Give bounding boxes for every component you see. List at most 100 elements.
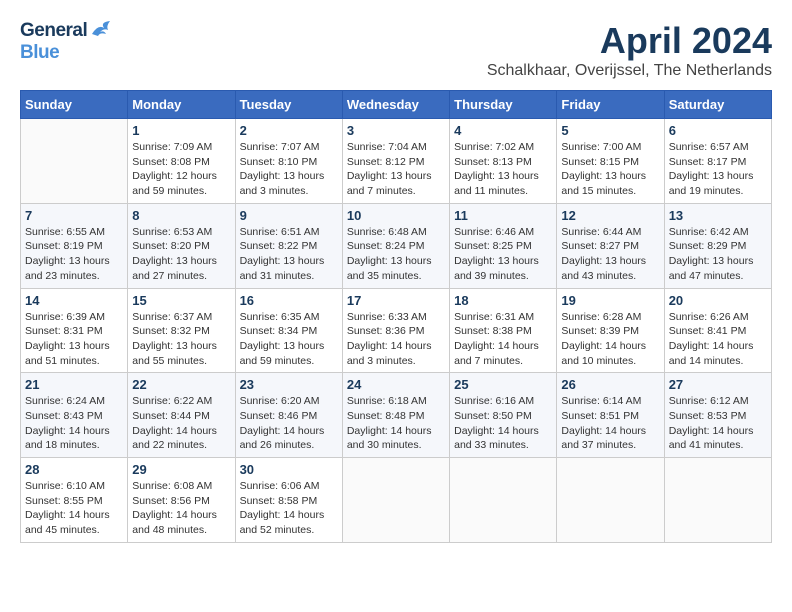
calendar-cell: 8 Sunrise: 6:53 AMSunset: 8:20 PMDaylight… bbox=[128, 203, 235, 288]
day-info: Sunrise: 6:28 AMSunset: 8:39 PMDaylight:… bbox=[561, 310, 659, 369]
weekday-header-thursday: Thursday bbox=[450, 91, 557, 119]
day-info: Sunrise: 6:44 AMSunset: 8:27 PMDaylight:… bbox=[561, 225, 659, 284]
calendar-cell: 23 Sunrise: 6:20 AMSunset: 8:46 PMDayligh… bbox=[235, 373, 342, 458]
logo-general: General bbox=[20, 20, 87, 42]
day-info: Sunrise: 6:53 AMSunset: 8:20 PMDaylight:… bbox=[132, 225, 230, 284]
calendar-cell: 19Sunrise: 6:28 AMSunset: 8:39 PMDayligh… bbox=[557, 288, 664, 373]
day-number: 12 bbox=[561, 208, 659, 223]
calendar-cell bbox=[557, 458, 664, 543]
day-number: 20 bbox=[669, 293, 767, 308]
day-info: Sunrise: 6:48 AMSunset: 8:24 PMDaylight:… bbox=[347, 225, 445, 284]
day-info: Sunrise: 7:04 AMSunset: 8:12 PMDaylight:… bbox=[347, 140, 445, 199]
day-number: 9 bbox=[240, 208, 338, 223]
calendar-cell: 15 Sunrise: 6:37 AMSunset: 8:32 PMDayligh… bbox=[128, 288, 235, 373]
weekday-header-friday: Friday bbox=[557, 91, 664, 119]
page-header: General Blue April 2024 Schalkhaar, Over… bbox=[20, 20, 772, 80]
day-info: Sunrise: 7:07 AMSunset: 8:10 PMDaylight:… bbox=[240, 140, 338, 199]
day-info: Sunrise: 6:46 AMSunset: 8:25 PMDaylight:… bbox=[454, 225, 552, 284]
day-number: 13 bbox=[669, 208, 767, 223]
day-info: Sunrise: 6:10 AMSunset: 8:55 PMDaylight:… bbox=[25, 479, 123, 538]
calendar-cell: 6 Sunrise: 6:57 AMSunset: 8:17 PMDaylight… bbox=[664, 119, 771, 204]
day-number: 14 bbox=[25, 293, 123, 308]
calendar-cell: 25 Sunrise: 6:16 AMSunset: 8:50 PMDayligh… bbox=[450, 373, 557, 458]
weekday-header-monday: Monday bbox=[128, 91, 235, 119]
calendar-cell: 7 Sunrise: 6:55 AMSunset: 8:19 PMDaylight… bbox=[21, 203, 128, 288]
day-number: 6 bbox=[669, 123, 767, 138]
calendar-cell: 22 Sunrise: 6:22 AMSunset: 8:44 PMDayligh… bbox=[128, 373, 235, 458]
calendar-cell: 29 Sunrise: 6:08 AMSunset: 8:56 PMDayligh… bbox=[128, 458, 235, 543]
day-info: Sunrise: 7:09 AMSunset: 8:08 PMDaylight:… bbox=[132, 140, 230, 199]
logo: General Blue bbox=[20, 20, 112, 64]
weekday-header-tuesday: Tuesday bbox=[235, 91, 342, 119]
day-info: Sunrise: 6:20 AMSunset: 8:46 PMDaylight:… bbox=[240, 394, 338, 453]
calendar-cell bbox=[664, 458, 771, 543]
day-info: Sunrise: 6:51 AMSunset: 8:22 PMDaylight:… bbox=[240, 225, 338, 284]
day-info: Sunrise: 6:37 AMSunset: 8:32 PMDaylight:… bbox=[132, 310, 230, 369]
calendar-cell: 9 Sunrise: 6:51 AMSunset: 8:22 PMDaylight… bbox=[235, 203, 342, 288]
day-info: Sunrise: 6:16 AMSunset: 8:50 PMDaylight:… bbox=[454, 394, 552, 453]
calendar-cell: 11Sunrise: 6:46 AMSunset: 8:25 PMDayligh… bbox=[450, 203, 557, 288]
calendar-cell: 14 Sunrise: 6:39 AMSunset: 8:31 PMDayligh… bbox=[21, 288, 128, 373]
calendar-cell: 13Sunrise: 6:42 AMSunset: 8:29 PMDayligh… bbox=[664, 203, 771, 288]
day-info: Sunrise: 6:08 AMSunset: 8:56 PMDaylight:… bbox=[132, 479, 230, 538]
calendar-cell: 12 Sunrise: 6:44 AMSunset: 8:27 PMDayligh… bbox=[557, 203, 664, 288]
calendar-cell: 28 Sunrise: 6:10 AMSunset: 8:55 PMDayligh… bbox=[21, 458, 128, 543]
day-number: 3 bbox=[347, 123, 445, 138]
calendar-week-3: 14 Sunrise: 6:39 AMSunset: 8:31 PMDayligh… bbox=[21, 288, 772, 373]
calendar-cell: 10 Sunrise: 6:48 AMSunset: 8:24 PMDayligh… bbox=[342, 203, 449, 288]
weekday-header-sunday: Sunday bbox=[21, 91, 128, 119]
day-number: 2 bbox=[240, 123, 338, 138]
location-title: Schalkhaar, Overijssel, The Netherlands bbox=[487, 62, 772, 80]
day-number: 30 bbox=[240, 462, 338, 477]
day-number: 27 bbox=[669, 377, 767, 392]
day-number: 25 bbox=[454, 377, 552, 392]
calendar-cell: 21Sunrise: 6:24 AMSunset: 8:43 PMDayligh… bbox=[21, 373, 128, 458]
day-number: 1 bbox=[132, 123, 230, 138]
day-number: 5 bbox=[561, 123, 659, 138]
day-info: Sunrise: 6:14 AMSunset: 8:51 PMDaylight:… bbox=[561, 394, 659, 453]
day-info: Sunrise: 6:39 AMSunset: 8:31 PMDaylight:… bbox=[25, 310, 123, 369]
day-number: 7 bbox=[25, 208, 123, 223]
title-block: April 2024 Schalkhaar, Overijssel, The N… bbox=[487, 20, 772, 80]
calendar-cell: 20Sunrise: 6:26 AMSunset: 8:41 PMDayligh… bbox=[664, 288, 771, 373]
day-number: 29 bbox=[132, 462, 230, 477]
day-number: 8 bbox=[132, 208, 230, 223]
day-number: 4 bbox=[454, 123, 552, 138]
day-info: Sunrise: 6:18 AMSunset: 8:48 PMDaylight:… bbox=[347, 394, 445, 453]
calendar-cell: 27Sunrise: 6:12 AMSunset: 8:53 PMDayligh… bbox=[664, 373, 771, 458]
calendar-cell bbox=[21, 119, 128, 204]
day-info: Sunrise: 6:22 AMSunset: 8:44 PMDaylight:… bbox=[132, 394, 230, 453]
logo-bird-icon bbox=[90, 20, 112, 38]
calendar-week-2: 7 Sunrise: 6:55 AMSunset: 8:19 PMDaylight… bbox=[21, 203, 772, 288]
calendar-week-5: 28 Sunrise: 6:10 AMSunset: 8:55 PMDayligh… bbox=[21, 458, 772, 543]
weekday-header-row: SundayMondayTuesdayWednesdayThursdayFrid… bbox=[21, 91, 772, 119]
day-number: 26 bbox=[561, 377, 659, 392]
day-number: 23 bbox=[240, 377, 338, 392]
day-number: 16 bbox=[240, 293, 338, 308]
calendar-cell: 18Sunrise: 6:31 AMSunset: 8:38 PMDayligh… bbox=[450, 288, 557, 373]
day-number: 24 bbox=[347, 377, 445, 392]
day-info: Sunrise: 6:35 AMSunset: 8:34 PMDaylight:… bbox=[240, 310, 338, 369]
weekday-header-saturday: Saturday bbox=[664, 91, 771, 119]
day-info: Sunrise: 6:31 AMSunset: 8:38 PMDaylight:… bbox=[454, 310, 552, 369]
calendar-cell: 5 Sunrise: 7:00 AMSunset: 8:15 PMDaylight… bbox=[557, 119, 664, 204]
day-info: Sunrise: 7:00 AMSunset: 8:15 PMDaylight:… bbox=[561, 140, 659, 199]
month-title: April 2024 bbox=[487, 20, 772, 62]
calendar-cell: 1 Sunrise: 7:09 AMSunset: 8:08 PMDaylight… bbox=[128, 119, 235, 204]
day-info: Sunrise: 6:55 AMSunset: 8:19 PMDaylight:… bbox=[25, 225, 123, 284]
calendar-cell: 16 Sunrise: 6:35 AMSunset: 8:34 PMDayligh… bbox=[235, 288, 342, 373]
calendar-cell: 4Sunrise: 7:02 AMSunset: 8:13 PMDaylight… bbox=[450, 119, 557, 204]
day-number: 28 bbox=[25, 462, 123, 477]
day-number: 15 bbox=[132, 293, 230, 308]
day-info: Sunrise: 6:57 AMSunset: 8:17 PMDaylight:… bbox=[669, 140, 767, 199]
calendar-cell: 3 Sunrise: 7:04 AMSunset: 8:12 PMDaylight… bbox=[342, 119, 449, 204]
day-number: 22 bbox=[132, 377, 230, 392]
calendar-cell bbox=[450, 458, 557, 543]
calendar-week-1: 1 Sunrise: 7:09 AMSunset: 8:08 PMDaylight… bbox=[21, 119, 772, 204]
calendar-cell: 2 Sunrise: 7:07 AMSunset: 8:10 PMDaylight… bbox=[235, 119, 342, 204]
calendar-table: SundayMondayTuesdayWednesdayThursdayFrid… bbox=[20, 90, 772, 543]
calendar-cell: 30 Sunrise: 6:06 AMSunset: 8:58 PMDayligh… bbox=[235, 458, 342, 543]
calendar-cell bbox=[342, 458, 449, 543]
day-info: Sunrise: 6:06 AMSunset: 8:58 PMDaylight:… bbox=[240, 479, 338, 538]
day-number: 10 bbox=[347, 208, 445, 223]
